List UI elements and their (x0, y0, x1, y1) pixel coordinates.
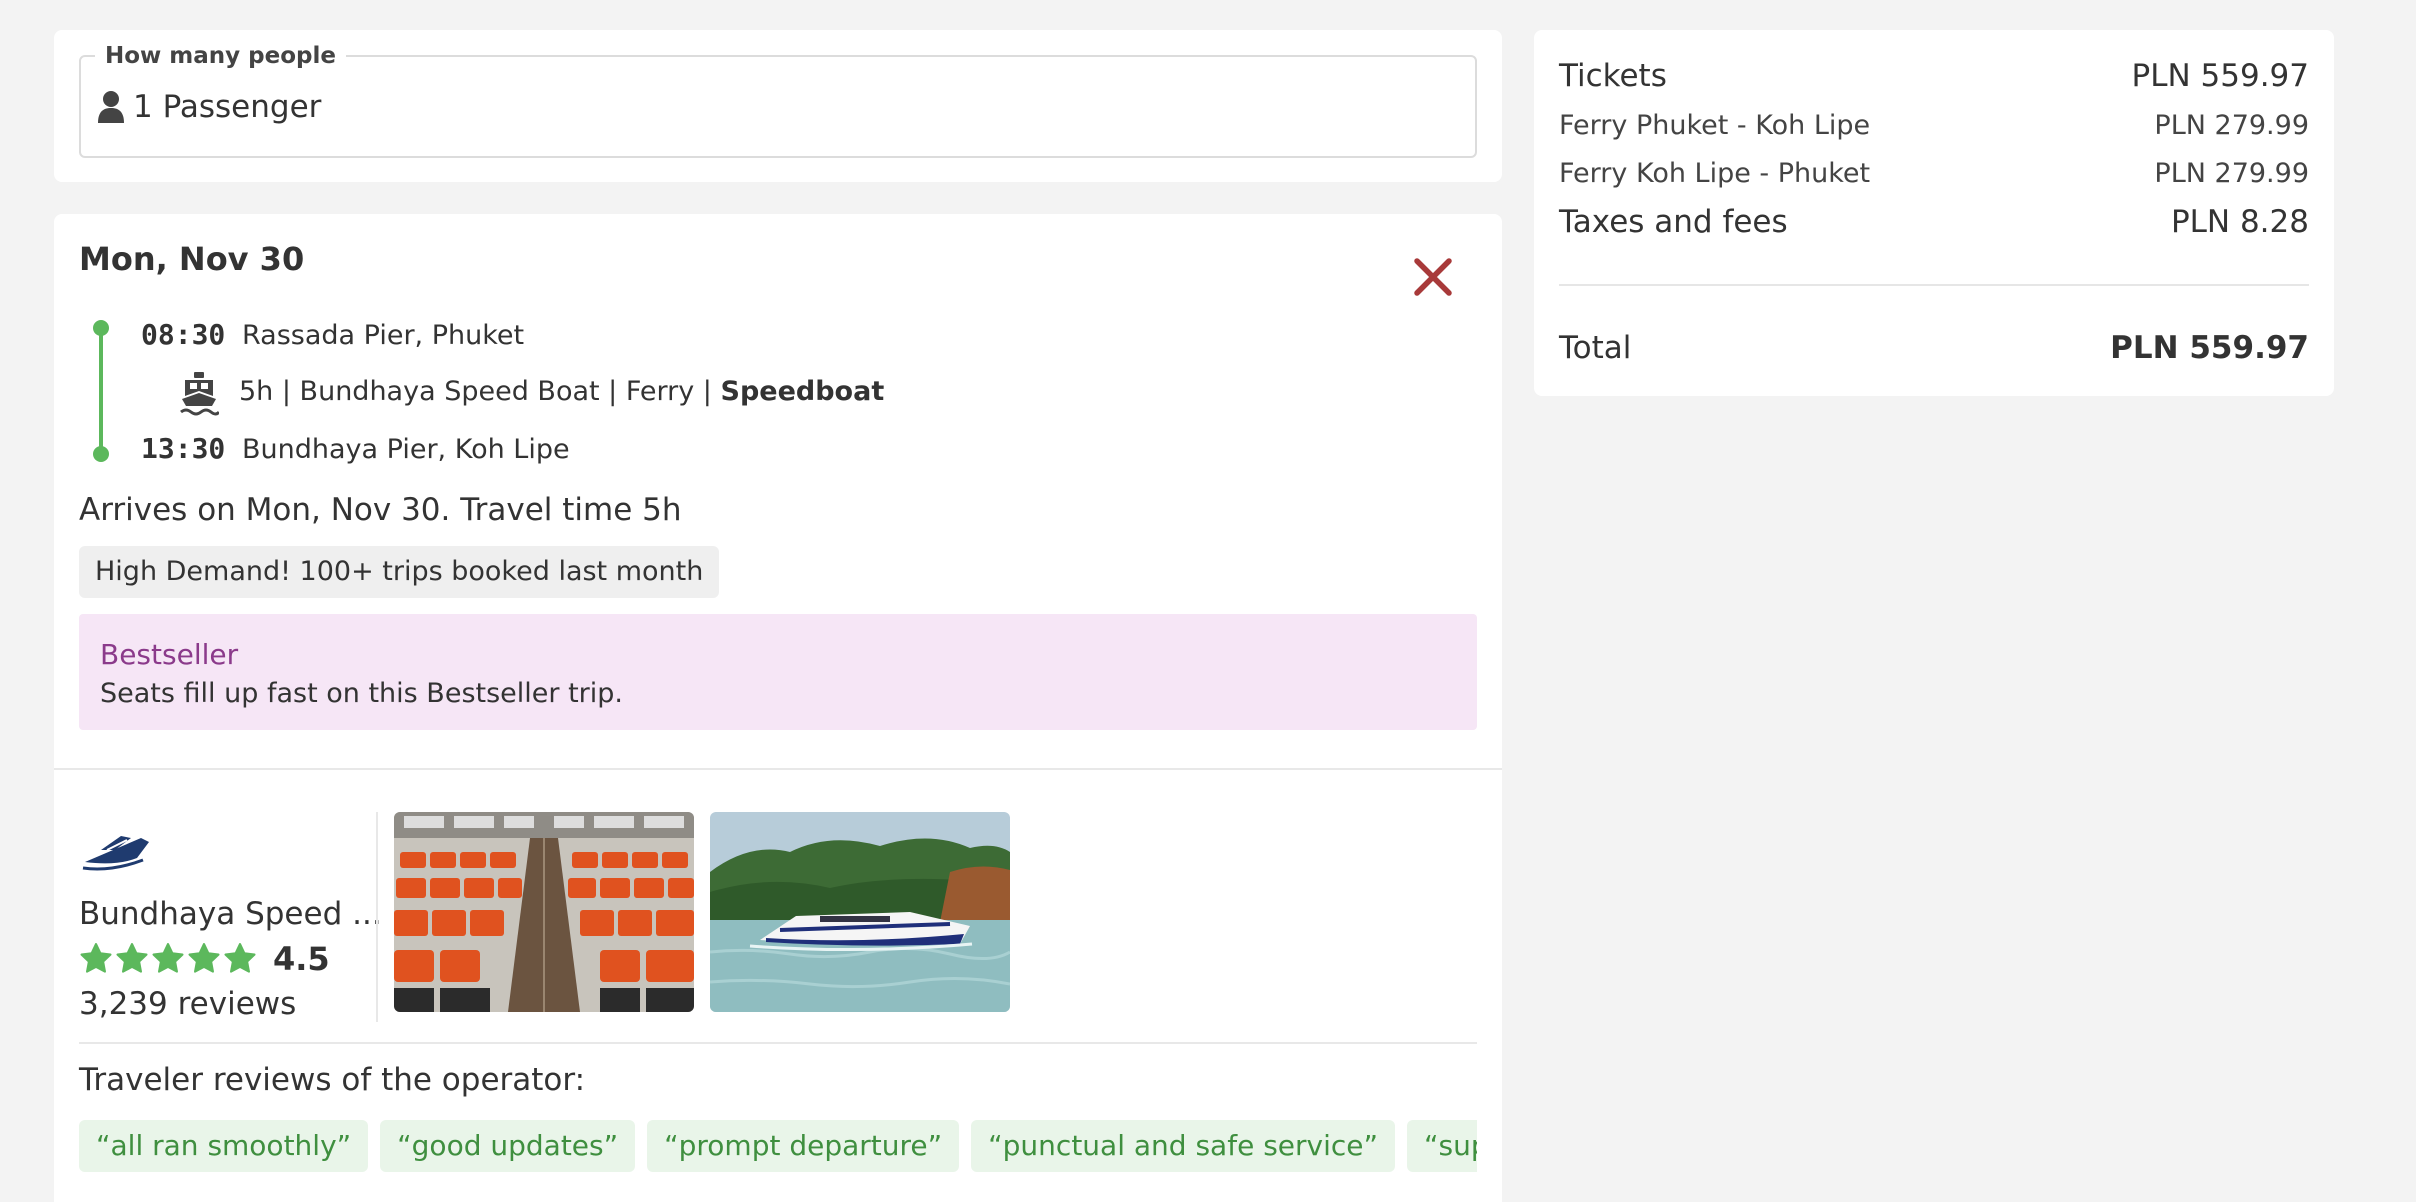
arrival-summary: Arrives on Mon, Nov 30. Travel time 5h (79, 492, 682, 528)
review-chips: “all ran smoothly” “good updates” “prompt … (79, 1120, 1477, 1174)
passenger-card: How many people 1 Passenger (54, 30, 1502, 182)
person-icon (98, 91, 124, 123)
tickets-row: Tickets PLN 559.97 (1559, 58, 2309, 94)
route-detail-text: 5h | Bundhaya Speed Boat | Ferry | (239, 376, 721, 407)
operator-divider (376, 812, 378, 1022)
taxes-label: Taxes and fees (1559, 204, 1788, 240)
departure-place: Rassada Pier, Phuket (242, 320, 525, 351)
star-icon (152, 943, 184, 973)
speedboat-image (710, 812, 1010, 1012)
total-amount: PLN 559.97 (2110, 330, 2309, 366)
departure-time: 08:30 (141, 318, 226, 351)
speedboat-photo[interactable] (710, 812, 1010, 1012)
passenger-value-row[interactable]: 1 Passenger (97, 89, 321, 125)
ferry-return-amount: PLN 279.99 (2154, 158, 2309, 189)
total-row: Total PLN 559.97 (1559, 330, 2309, 366)
timeline-end-dot (93, 446, 109, 462)
trip-date: Mon, Nov 30 (79, 240, 305, 278)
price-summary-card: Tickets PLN 559.97 Ferry Phuket - Koh Li… (1534, 30, 2334, 396)
arrival-time: 13:30 (141, 432, 226, 465)
reviews-divider (79, 1042, 1477, 1044)
rating-value: 4.5 (273, 940, 330, 978)
speedboat-logo-icon (82, 836, 149, 871)
tickets-label: Tickets (1559, 58, 1667, 94)
ferry-icon (180, 372, 219, 416)
ferry-outbound-amount: PLN 279.99 (2154, 110, 2309, 141)
star-icon (116, 943, 148, 973)
bestseller-title: Bestseller (100, 638, 239, 671)
tickets-amount: PLN 559.97 (2131, 58, 2309, 94)
vessel-type: Speedboat (720, 376, 885, 407)
star-icon (80, 943, 112, 973)
review-chip[interactable]: “good updates” (380, 1120, 636, 1172)
review-chip[interactable]: “all ran smoothly” (79, 1120, 369, 1172)
reviews-count[interactable]: 3,239 reviews (79, 986, 296, 1022)
timeline-start-dot (93, 320, 109, 336)
passenger-selector[interactable]: How many people 1 Passenger (79, 41, 1477, 158)
cabin-seats-photo[interactable] (394, 812, 694, 1012)
ferry-return-label: Ferry Koh Lipe - Phuket (1559, 158, 1871, 189)
price-divider (1559, 284, 2309, 286)
passenger-legend: How many people (95, 41, 346, 71)
total-label: Total (1559, 330, 1632, 366)
ferry-return-row: Ferry Koh Lipe - Phuket PLN 279.99 (1559, 158, 2309, 189)
timeline-line (99, 328, 103, 454)
close-icon[interactable] (1410, 254, 1456, 300)
ferry-outbound-label: Ferry Phuket - Koh Lipe (1559, 110, 1871, 141)
taxes-amount: PLN 8.28 (2170, 204, 2309, 240)
demand-badge: High Demand! 100+ trips booked last mont… (79, 546, 720, 598)
reviews-heading: Traveler reviews of the operator: (79, 1062, 586, 1098)
passenger-count: 1 Passenger (133, 89, 322, 125)
operator-rating: 4.5 (79, 940, 330, 978)
arrival-place: Bundhaya Pier, Koh Lipe (242, 434, 570, 465)
section-divider (54, 768, 1502, 770)
bestseller-text: Seats fill up fast on this Bestseller tr… (100, 678, 623, 709)
star-icon (188, 943, 220, 973)
taxes-row: Taxes and fees PLN 8.28 (1559, 204, 2309, 240)
operator-name[interactable]: Bundhaya Speed ... (79, 896, 382, 932)
cabin-seats-image (394, 812, 694, 1012)
ferry-outbound-row: Ferry Phuket - Koh Lipe PLN 279.99 (1559, 110, 2309, 141)
review-chip[interactable]: “punctual and safe service” (971, 1120, 1395, 1172)
route-detail: 5h | Bundhaya Speed Boat | Ferry | Speed… (239, 376, 884, 407)
star-icon (224, 943, 256, 973)
review-chip[interactable]: “prompt departure” (647, 1120, 960, 1172)
bestseller-notice: Bestseller Seats fill up fast on this Be… (79, 614, 1477, 730)
trip-card: Mon, Nov 30 08:30 Rassada Pier, Phuket 5… (54, 214, 1502, 1202)
review-chip[interactable]: “super qu (1407, 1120, 1477, 1172)
